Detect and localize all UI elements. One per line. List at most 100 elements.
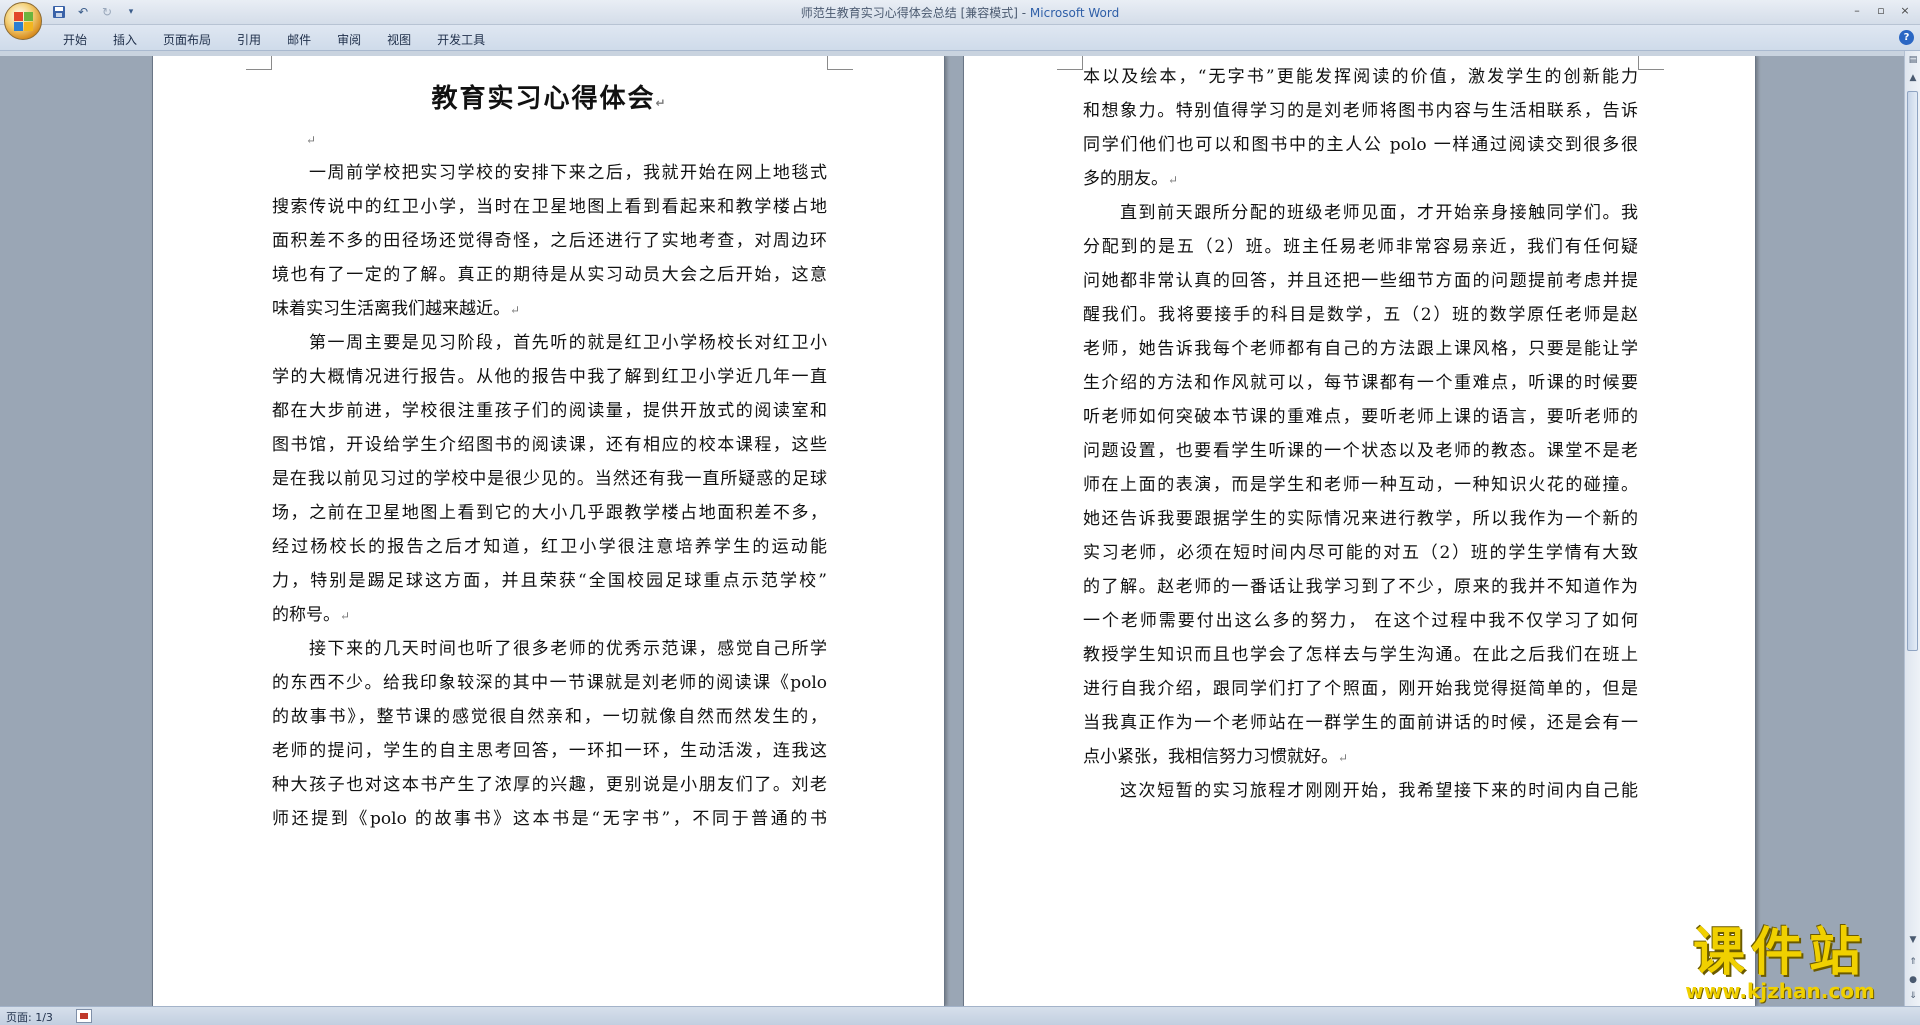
scroll-up-icon[interactable]: ▲ (1906, 71, 1920, 85)
line-text: 场，之前在卫星地图上看到它的大小几乎跟教学楼占地面积差不多， (272, 503, 827, 523)
line-text: 分配到的是五（2）班。班主任易老师非常容易亲近，我们有任何疑 (1083, 237, 1638, 257)
page-1[interactable]: 教育实习心得体会↵ ↵ 一周前学校把实习学校的安排下来之后，我就开始在网上地毯式… (152, 56, 945, 1006)
document-line[interactable]: 和想象力。特别值得学习的是刘老师将图书内容与生活相联系，告诉 (1083, 94, 1638, 128)
document-line[interactable]: 教授学生知识而且也学会了怎样去与学生沟通。在此之后我们在班上 (1083, 638, 1638, 672)
line-text: 接下来的几天时间也听了很多老师的优秀示范课，感觉自己所学 (309, 639, 827, 659)
watermark-logo: 课件站 www.kjzhan.com (1660, 925, 1900, 1001)
title-bar: ↶ ↻ ▾ 师范生教育实习心得体会总结 [兼容模式] - Microsoft W… (0, 0, 1920, 25)
crop-mark (827, 56, 853, 70)
line-text: 是在我以前见习过的学校中是很少见的。当然还有我一直所疑惑的足球 (272, 469, 827, 489)
line-text: 同学们他们也可以和图书中的主人公 polo 一样通过阅读交到很多很 (1083, 135, 1638, 155)
paragraph-mark: ↵ (510, 303, 521, 317)
tab-review[interactable]: 审阅 (324, 29, 374, 50)
document-line[interactable]: 味着实习生活离我们越来越近。↵ (272, 292, 827, 326)
document-line[interactable]: 接下来的几天时间也听了很多老师的优秀示范课，感觉自己所学 (272, 632, 827, 666)
document-line[interactable]: 师还提到《polo 的故事书》这本书是“无字书”，不同于普通的书 (272, 802, 827, 836)
app-name: Microsoft Word (1029, 6, 1120, 20)
page-indicator[interactable]: 页面: 1/3 (6, 1009, 53, 1025)
line-text: 种大孩子也对这本书产生了浓厚的兴趣，更别说是小朋友们了。刘老 (272, 775, 827, 795)
tab-view[interactable]: 视图 (374, 29, 424, 50)
restore-button[interactable]: ▫ (1870, 2, 1892, 20)
line-text: 力，特别是踢足球这方面，并且荣获“全国校园足球重点示范学校” (272, 571, 827, 591)
document-line[interactable]: 生介绍的方法和作风就可以，每节课都有一个重难点，听课的时候要 (1083, 366, 1638, 400)
line-text: 实习老师，必须在短时间内尽可能的对五（2）班的学生学情有大致 (1083, 543, 1638, 563)
document-line[interactable]: 老师，她告诉我每个老师都有自己的方法跟上课风格，只要是能让学 (1083, 332, 1638, 366)
scroll-down-icon[interactable]: ▼ (1906, 933, 1920, 947)
empty-paragraph[interactable]: ↵ (272, 122, 827, 156)
document-line[interactable]: 场，之前在卫星地图上看到它的大小几乎跟教学楼占地面积差不多， (272, 496, 827, 530)
minimize-button[interactable]: – (1846, 2, 1868, 20)
line-text: 一周前学校把实习学校的安排下来之后，我就开始在网上地毯式 (309, 163, 827, 183)
scrollbar-thumb[interactable] (1907, 91, 1918, 651)
document-line[interactable]: 学的大概情况进行报告。从他的报告中我了解到红卫小学近几年一直 (272, 360, 827, 394)
paragraph-mark: ↵ (1168, 173, 1179, 187)
document-line[interactable]: 的故事书》，整节课的感觉很自然亲和，一切就像自然而然发生的， (272, 700, 827, 734)
next-page-icon[interactable]: ⇓ (1906, 989, 1920, 1003)
line-text: 点小紧张，我相信努力习惯就好。 (1083, 747, 1338, 767)
document-line[interactable]: 的称号。↵ (272, 598, 827, 632)
document-line[interactable]: 进行自我介绍，跟同学们打了个照面，刚开始我觉得挺简单的，但是 (1083, 672, 1638, 706)
document-line[interactable]: 问题设置，也要看学生听课的一个状态以及老师的教态。课堂不是老 (1083, 434, 1638, 468)
document-line[interactable]: 多的朋友。↵ (1083, 162, 1638, 196)
ruler-toggle-icon[interactable]: ▤ (1906, 53, 1920, 67)
office-button[interactable] (4, 2, 42, 40)
document-area[interactable]: 教育实习心得体会↵ ↵ 一周前学校把实习学校的安排下来之后，我就开始在网上地毯式… (0, 56, 1904, 1006)
document-line[interactable]: 是在我以前见习过的学校中是很少见的。当然还有我一直所疑惑的足球 (272, 462, 827, 496)
document-line[interactable]: 力，特别是踢足球这方面，并且荣获“全国校园足球重点示范学校” (272, 564, 827, 598)
line-text: 这次短暂的实习旅程才刚刚开始，我希望接下来的时间内自己能 (1120, 781, 1638, 801)
document-line[interactable]: 这次短暂的实习旅程才刚刚开始，我希望接下来的时间内自己能 (1083, 774, 1638, 808)
tab-developer[interactable]: 开发工具 (424, 29, 498, 50)
tab-home[interactable]: 开始 (50, 29, 100, 50)
crop-mark (1638, 56, 1664, 70)
document-line[interactable]: 分配到的是五（2）班。班主任易老师非常容易亲近，我们有任何疑 (1083, 230, 1638, 264)
document-title[interactable]: 教育实习心得体会↵ (272, 78, 827, 115)
document-line[interactable]: 点小紧张，我相信努力习惯就好。↵ (1083, 740, 1638, 774)
document-line[interactable]: 种大孩子也对这本书产生了浓厚的兴趣，更别说是小朋友们了。刘老 (272, 768, 827, 802)
previous-page-icon[interactable]: ⇑ (1906, 955, 1920, 969)
document-line[interactable]: 经过杨校长的报告之后才知道，红卫小学很注意培养学生的运动能 (272, 530, 827, 564)
line-text: 听老师如何突破本节课的重难点，要听老师上课的语言，要听老师的 (1083, 407, 1638, 427)
document-line[interactable]: 都在大步前进，学校很注重孩子们的阅读量，提供开放式的阅读室和 (272, 394, 827, 428)
line-text: 教授学生知识而且也学会了怎样去与学生沟通。在此之后我们在班上 (1083, 645, 1638, 665)
page-2[interactable]: 本以及绘本，“无字书”更能发挥阅读的价值，激发学生的创新能力 和想象力。特别值得学… (963, 56, 1756, 1006)
help-icon[interactable]: ? (1899, 30, 1914, 45)
document-line[interactable]: 的了解。赵老师的一番话让我学习到了不少，原来的我并不知道作为 (1083, 570, 1638, 604)
tab-mailings[interactable]: 邮件 (274, 29, 324, 50)
document-line[interactable]: 问她都非常认真的回答，并且还把一些细节方面的问题提前考虑并提 (1083, 264, 1638, 298)
status-bar: 页面: 1/3 (0, 1006, 1920, 1025)
document-line[interactable]: 直到前天跟所分配的班级老师见面，才开始亲身接触同学们。我 (1083, 196, 1638, 230)
document-line[interactable]: 师在上面的表演，而是学生和老师一种互动，一种知识火花的碰撞。 (1083, 468, 1638, 502)
document-line[interactable]: 同学们他们也可以和图书中的主人公 polo 一样通过阅读交到很多很 (1083, 128, 1638, 162)
document-line[interactable]: 图书馆，开设给学生介绍图书的阅读课，还有相应的校本课程，这些 (272, 428, 827, 462)
document-line[interactable]: 本以及绘本，“无字书”更能发挥阅读的价值，激发学生的创新能力 (1083, 60, 1638, 94)
line-text: 境也有了一定的了解。真正的期待是从实习动员大会之后开始，这意 (272, 265, 827, 285)
document-line[interactable]: 老师的提问，学生的自主思考回答，一环扣一环，生动活泼，连我这 (272, 734, 827, 768)
paragraph-mark: ↵ (340, 609, 351, 623)
vertical-scrollbar[interactable]: ▤ ▲ ▼ ⇑ ● ⇓ (1904, 51, 1920, 1006)
document-line[interactable]: 的东西不少。给我印象较深的其中一节课就是刘老师的阅读课《polo (272, 666, 827, 700)
line-text: 醒我们。我将要接手的科目是数学，五（2）班的数学原任老师是赵 (1083, 305, 1638, 325)
document-line[interactable]: 她还告诉我要跟据学生的实际情况来进行教学，所以我作为一个新的 (1083, 502, 1638, 536)
close-button[interactable]: × (1894, 2, 1916, 20)
document-line[interactable]: 听老师如何突破本节课的重难点，要听老师上课的语言，要听老师的 (1083, 400, 1638, 434)
document-line[interactable]: 境也有了一定的了解。真正的期待是从实习动员大会之后开始，这意 (272, 258, 827, 292)
document-line[interactable]: 搜索传说中的红卫小学，当时在卫星地图上看到看起来和教学楼占地 (272, 190, 827, 224)
window-controls: – ▫ × (1846, 2, 1916, 20)
document-line[interactable]: 实习老师，必须在短时间内尽可能的对五（2）班的学生学情有大致 (1083, 536, 1638, 570)
tab-references[interactable]: 引用 (224, 29, 274, 50)
browse-object-icon[interactable]: ● (1906, 973, 1920, 987)
document-line[interactable]: 第一周主要是见习阶段，首先听的就是红卫小学杨校长对红卫小 (272, 326, 827, 360)
document-line[interactable]: 一个老师需要付出这么多的努力， 在这个过程中我不仅学习了如何 (1083, 604, 1638, 638)
watermark-url: www.kjzhan.com (1685, 979, 1875, 1003)
line-text: 师在上面的表演，而是学生和老师一种互动，一种知识火花的碰撞。 (1083, 475, 1638, 495)
tab-insert[interactable]: 插入 (100, 29, 150, 50)
line-text: 搜索传说中的红卫小学，当时在卫星地图上看到看起来和教学楼占地 (272, 197, 827, 217)
document-line[interactable]: 一周前学校把实习学校的安排下来之后，我就开始在网上地毯式 (272, 156, 827, 190)
document-line[interactable]: 醒我们。我将要接手的科目是数学，五（2）班的数学原任老师是赵 (1083, 298, 1638, 332)
line-text: 第一周主要是见习阶段，首先听的就是红卫小学杨校长对红卫小 (309, 333, 827, 353)
document-line[interactable]: 当我真正作为一个老师站在一群学生的面前讲话的时候，还是会有一 (1083, 706, 1638, 740)
macro-record-icon[interactable] (76, 1009, 92, 1023)
document-line[interactable]: 面积差不多的田径场还觉得奇怪，之后还进行了实地考查，对周边环 (272, 224, 827, 258)
line-text: 多的朋友。 (1083, 169, 1168, 189)
tab-page-layout[interactable]: 页面布局 (150, 29, 224, 50)
